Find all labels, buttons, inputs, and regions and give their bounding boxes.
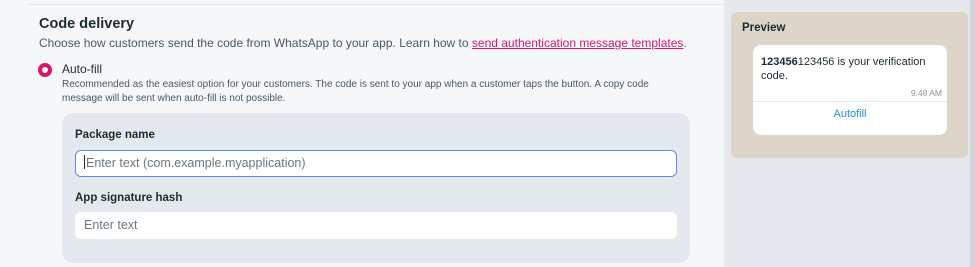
auto-fill-radio[interactable] xyxy=(38,63,52,77)
package-name-placeholder: Enter text (com.example.myapplication) xyxy=(86,156,306,170)
section-description: Choose how customers send the code from … xyxy=(39,36,687,50)
section-title: Code delivery xyxy=(39,16,135,32)
auto-fill-settings-panel xyxy=(62,113,690,263)
text-caret xyxy=(84,155,85,169)
signature-hash-placeholder: Enter text xyxy=(84,218,138,232)
message-time: 9:48 AM xyxy=(910,88,942,98)
section-description-end: . xyxy=(683,36,687,50)
divider xyxy=(28,4,724,5)
auto-fill-description: Recommended as the easiest option for yo… xyxy=(62,79,649,104)
autofill-button[interactable]: Autofill xyxy=(753,108,947,120)
bubble-divider xyxy=(753,101,947,102)
templates-help-link[interactable]: send authentication message templates xyxy=(472,36,683,50)
verification-code: 123456 xyxy=(761,56,798,68)
section-description-text: Choose how customers send the code from … xyxy=(39,36,472,50)
signature-hash-label: App signature hash xyxy=(75,192,183,204)
auto-fill-label[interactable]: Auto-fill xyxy=(62,62,102,76)
signature-hash-input[interactable]: Enter text xyxy=(75,212,677,239)
package-name-label: Package name xyxy=(75,129,155,141)
scrollbar-track[interactable] xyxy=(970,0,975,267)
message-text: 123456123456 is your verification code. xyxy=(761,55,941,83)
package-name-input[interactable]: Enter text (com.example.myapplication) xyxy=(75,150,677,177)
preview-title: Preview xyxy=(742,22,786,34)
